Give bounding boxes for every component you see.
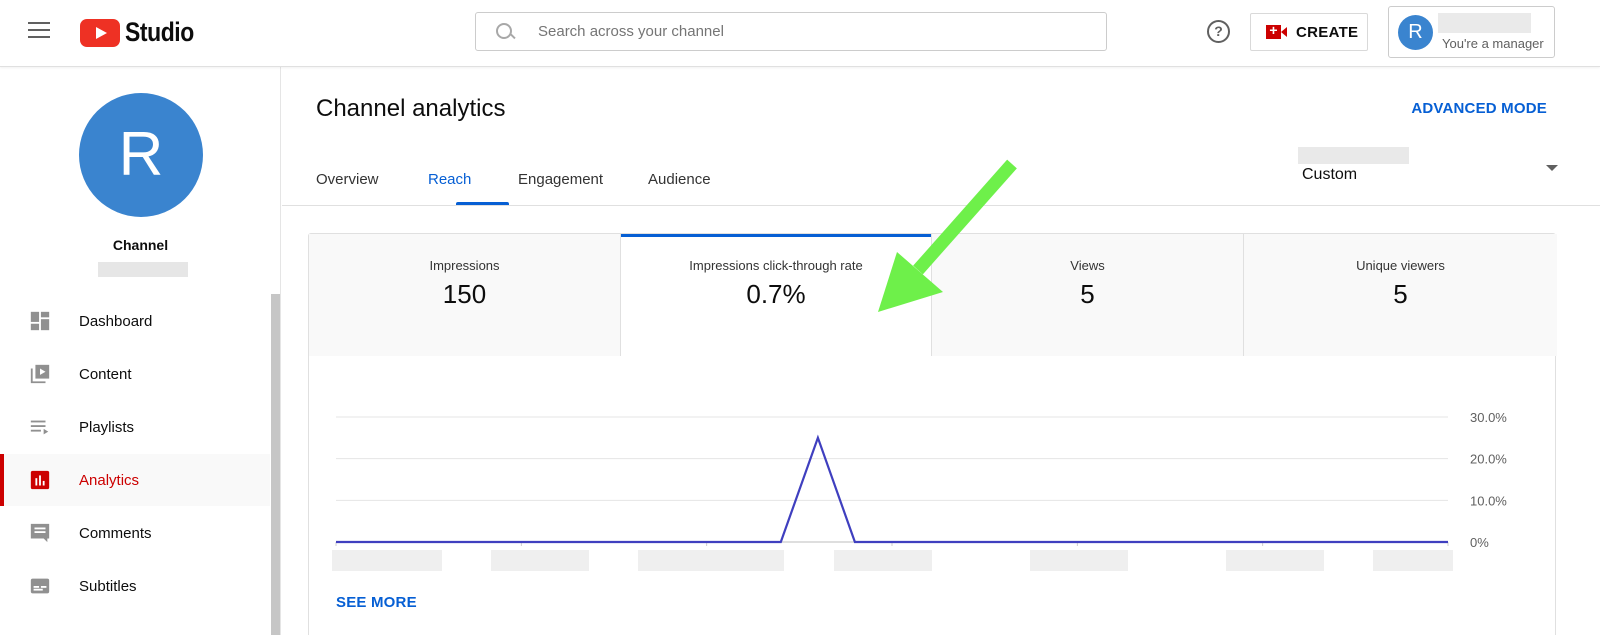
hamburger-menu-icon[interactable] bbox=[28, 22, 50, 40]
x-tick-label-redacted bbox=[491, 550, 589, 571]
sidebar-item-label: Playlists bbox=[79, 419, 134, 436]
sidebar-item-dashboard[interactable]: Dashboard bbox=[0, 295, 270, 347]
metric-impressions[interactable]: Impressions 150 bbox=[309, 234, 621, 356]
content-icon bbox=[29, 363, 51, 385]
search-input[interactable] bbox=[538, 23, 1058, 40]
metric-impressions-ctr[interactable]: Impressions click-through rate 0.7% bbox=[621, 234, 932, 356]
create-video-icon bbox=[1266, 25, 1286, 39]
metric-label: Impressions bbox=[309, 258, 620, 273]
account-role: You're a manager bbox=[1442, 36, 1544, 51]
sidebar-item-label: Content bbox=[79, 366, 132, 383]
date-range-redacted bbox=[1298, 147, 1409, 164]
x-tick-label-redacted bbox=[332, 550, 442, 571]
logo-text: Studio bbox=[125, 17, 194, 48]
metric-label: Unique viewers bbox=[1244, 258, 1557, 273]
youtube-studio-logo[interactable]: Studio bbox=[80, 17, 206, 48]
sidebar-item-comments[interactable]: Comments bbox=[0, 507, 270, 559]
sidebar-item-subtitles[interactable]: Subtitles bbox=[0, 560, 270, 612]
x-tick-label-redacted bbox=[1226, 550, 1324, 571]
sidebar-item-label: Subtitles bbox=[79, 578, 137, 595]
y-tick-label: 30.0% bbox=[1470, 410, 1507, 425]
metric-label: Views bbox=[932, 258, 1243, 273]
tab-reach[interactable]: Reach bbox=[428, 171, 471, 188]
top-bar: Studio ? CREATE R You're a manager bbox=[0, 0, 1600, 67]
sidebar-item-label: Analytics bbox=[79, 472, 139, 489]
account-avatar: R bbox=[1398, 15, 1433, 50]
x-tick-label-redacted bbox=[1030, 550, 1128, 571]
sidebar-item-analytics[interactable]: Analytics bbox=[0, 454, 270, 506]
metric-value: 5 bbox=[1244, 279, 1557, 310]
account-switcher[interactable]: R You're a manager bbox=[1388, 6, 1555, 58]
sidebar-scrollbar[interactable] bbox=[271, 294, 280, 635]
date-range-value: Custom bbox=[1302, 166, 1357, 184]
metric-label: Impressions click-through rate bbox=[621, 258, 931, 273]
x-tick-label-redacted bbox=[638, 550, 784, 571]
metric-value: 5 bbox=[932, 279, 1243, 310]
create-button[interactable]: CREATE bbox=[1250, 13, 1368, 51]
dashboard-icon bbox=[29, 310, 51, 332]
date-range-dropdown[interactable]: Custom bbox=[1298, 145, 1558, 195]
youtube-logo-icon bbox=[80, 19, 120, 47]
sidebar-item-content[interactable]: Content bbox=[0, 348, 270, 400]
create-label: CREATE bbox=[1296, 24, 1358, 41]
y-tick-label: 0% bbox=[1470, 535, 1489, 550]
sidebar-item-label: Dashboard bbox=[79, 313, 152, 330]
see-more-link[interactable]: SEE MORE bbox=[336, 594, 417, 611]
tab-audience[interactable]: Audience bbox=[648, 171, 711, 188]
ctr-line-chart: 0% 10.0% 20.0% 30.0% SEE MORE bbox=[309, 356, 1557, 636]
x-tick-label-redacted bbox=[834, 550, 932, 571]
search-box[interactable] bbox=[475, 12, 1107, 51]
metrics-card: Impressions 150 Impressions click-throug… bbox=[308, 233, 1556, 635]
help-icon[interactable]: ? bbox=[1207, 20, 1230, 43]
tab-overview[interactable]: Overview bbox=[316, 171, 379, 188]
page-title: Channel analytics bbox=[316, 95, 505, 123]
chart-svg: 0% 10.0% 20.0% 30.0% bbox=[309, 356, 1557, 586]
metric-views[interactable]: Views 5 bbox=[932, 234, 1244, 356]
comments-icon bbox=[29, 522, 51, 544]
x-tick-label-redacted bbox=[1373, 550, 1453, 571]
metric-unique-viewers[interactable]: Unique viewers 5 bbox=[1244, 234, 1557, 356]
series-line bbox=[336, 438, 1448, 542]
main-content: Channel analytics ADVANCED MODE Overview… bbox=[282, 67, 1600, 635]
metric-value: 0.7% bbox=[621, 279, 931, 310]
y-tick-label: 20.0% bbox=[1470, 452, 1507, 467]
metric-value: 150 bbox=[309, 279, 620, 310]
channel-name-redacted bbox=[98, 262, 188, 277]
search-icon bbox=[496, 23, 514, 41]
chevron-down-icon bbox=[1546, 165, 1558, 171]
account-name-redacted bbox=[1438, 13, 1531, 33]
analytics-icon bbox=[29, 469, 51, 491]
channel-label: Channel bbox=[0, 237, 281, 253]
advanced-mode-link[interactable]: ADVANCED MODE bbox=[1411, 100, 1547, 117]
sidebar-item-playlists[interactable]: Playlists bbox=[0, 401, 270, 453]
tabs-divider bbox=[282, 205, 1600, 206]
playlists-icon bbox=[29, 416, 51, 438]
tab-engagement[interactable]: Engagement bbox=[518, 171, 603, 188]
y-tick-label: 10.0% bbox=[1470, 493, 1507, 508]
channel-avatar[interactable]: R bbox=[79, 93, 203, 217]
sidebar: R Channel Dashboard Content Playlists An… bbox=[0, 67, 281, 635]
subtitles-icon bbox=[29, 575, 51, 597]
sidebar-item-label: Comments bbox=[79, 525, 152, 542]
